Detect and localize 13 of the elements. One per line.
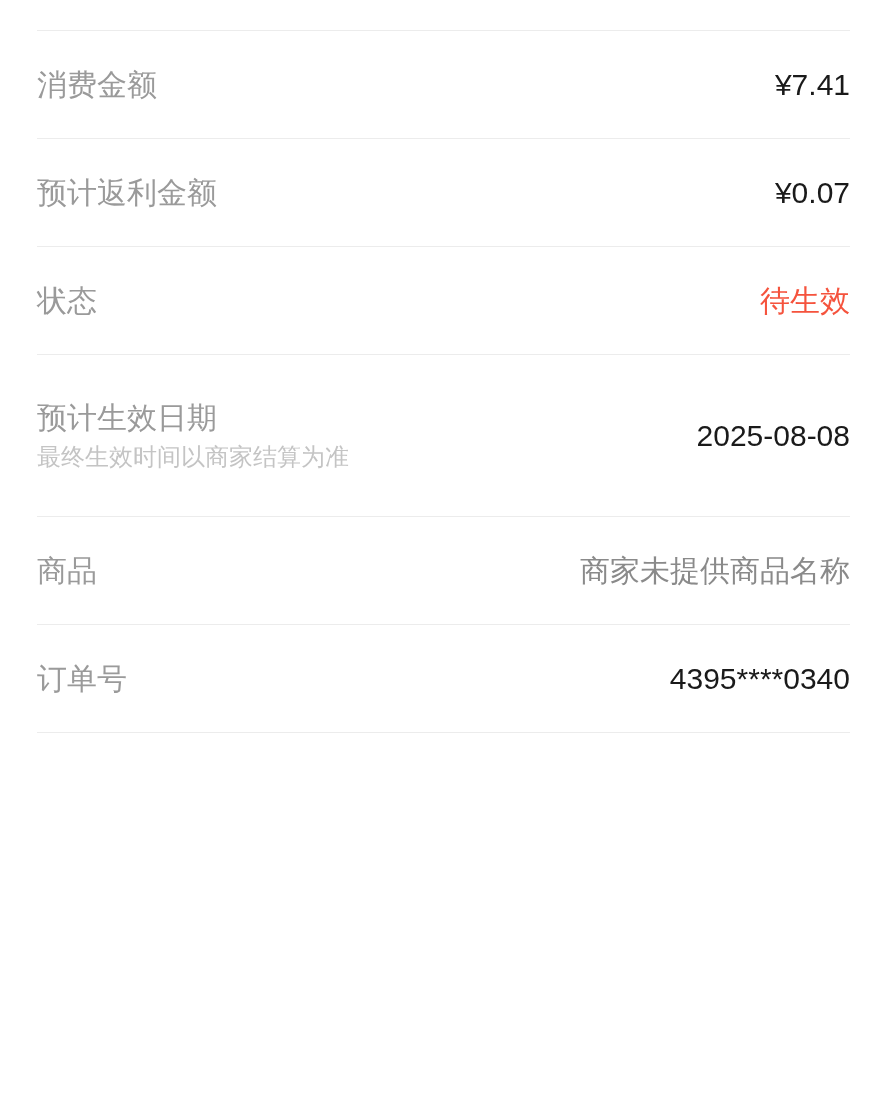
row-label: 订单号 — [37, 660, 127, 697]
row-value: ¥0.07 — [774, 174, 850, 211]
row-value: 4395****0340 — [669, 660, 850, 697]
row-label: 预计返利金额 — [37, 174, 217, 211]
row-label: 消费金额 — [37, 66, 157, 103]
row-label: 状态 — [37, 282, 97, 319]
row-label: 商品 — [37, 552, 97, 589]
row-value: 商家未提供商品名称 — [580, 552, 850, 589]
row-value: 待生效 — [760, 282, 850, 319]
row-value: 2025-08-08 — [696, 417, 850, 454]
row-value: ¥7.41 — [774, 66, 850, 103]
row-note: 最终生效时间以商家结算为准 — [37, 442, 349, 473]
row-label: 预计生效日期 — [37, 399, 218, 436]
